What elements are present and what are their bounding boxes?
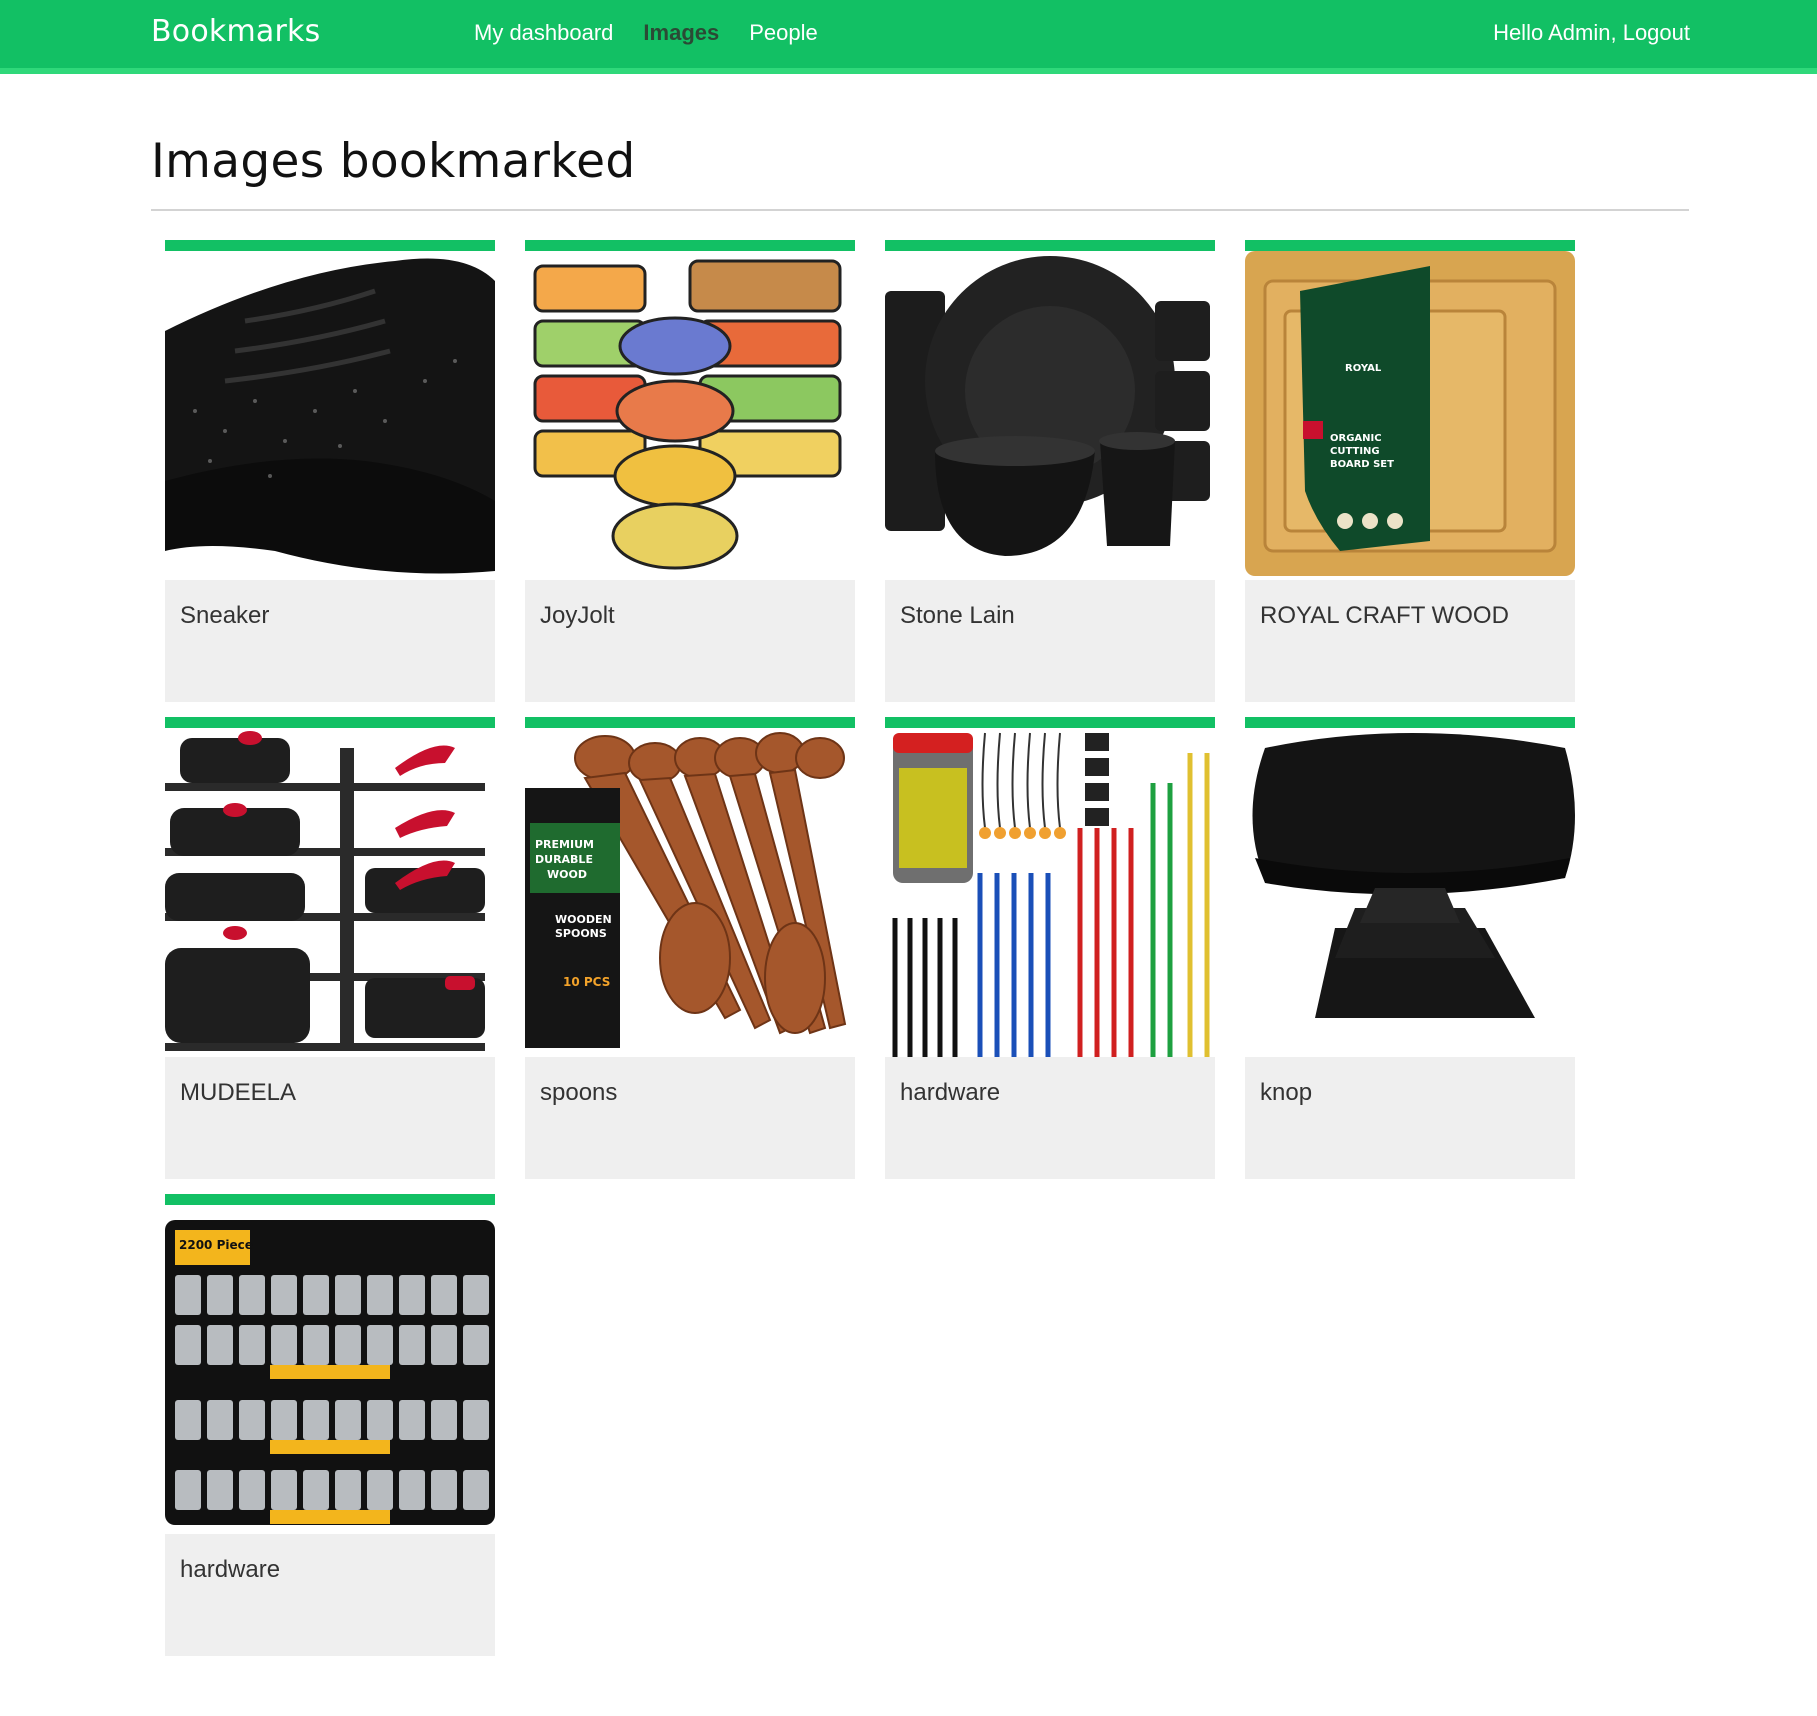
svg-text:SPOONS: SPOONS	[555, 927, 607, 940]
image-card[interactable]: JoyJolt	[525, 240, 855, 702]
pan-rack-thumbnail[interactable]	[165, 728, 495, 1057]
svg-text:WOODEN: WOODEN	[555, 913, 612, 926]
cutting-boards-thumbnail[interactable]: ROYAL ORGANIC CUTTING BOARD SET	[1245, 251, 1575, 580]
image-card[interactable]: hardware	[885, 717, 1215, 1179]
sneaker-thumbnail[interactable]	[165, 251, 495, 580]
logo[interactable]: Bookmarks	[151, 14, 320, 49]
card-info: spoons	[525, 1057, 855, 1179]
card-info: Sneaker	[165, 580, 495, 702]
svg-text:DURABLE: DURABLE	[535, 853, 593, 866]
svg-text:CUTTING: CUTTING	[1330, 446, 1380, 457]
card-info: knop	[1245, 1057, 1575, 1179]
svg-text:ORGANIC: ORGANIC	[1330, 433, 1382, 444]
title-divider	[151, 209, 1689, 211]
image-title[interactable]: MUDEELA	[180, 1079, 296, 1106]
wooden-spoons-thumbnail[interactable]: PREMIUM DURABLE WOOD WOODEN SPOONS 10 PC…	[525, 728, 855, 1057]
food-containers-thumbnail[interactable]	[525, 251, 855, 580]
image-card[interactable]: knop	[1245, 717, 1575, 1179]
card-info: hardware	[885, 1057, 1215, 1179]
page-title: Images bookmarked	[151, 134, 636, 189]
svg-text:PREMIUM: PREMIUM	[535, 838, 594, 851]
card-accent-bar	[1245, 717, 1575, 728]
image-list: Sneaker JoyJolt Stone Lain ROYAL ORGANIC…	[165, 240, 1575, 1656]
card-accent-bar	[165, 1194, 495, 1205]
card-accent-bar	[525, 240, 855, 251]
card-accent-bar	[165, 717, 495, 728]
image-title[interactable]: JoyJolt	[540, 602, 615, 629]
menu-item-people[interactable]: People	[749, 20, 818, 46]
card-info: Stone Lain	[885, 580, 1215, 702]
card-info: MUDEELA	[165, 1057, 495, 1179]
image-title[interactable]: knop	[1260, 1079, 1312, 1106]
menu-item-dashboard[interactable]: My dashboard	[474, 20, 613, 46]
svg-text:WOOD: WOOD	[547, 868, 587, 881]
svg-text:10 PCS: 10 PCS	[563, 975, 610, 989]
bolt-assortment-thumbnail[interactable]: 2200 Piece	[165, 1205, 495, 1534]
image-card[interactable]: 2200 Piece hardware	[165, 1194, 495, 1656]
card-info: JoyJolt	[525, 580, 855, 702]
image-title[interactable]: ROYAL CRAFT WOOD	[1260, 602, 1509, 629]
image-card[interactable]: PREMIUM DURABLE WOOD WOODEN SPOONS 10 PC…	[525, 717, 855, 1179]
image-title[interactable]: spoons	[540, 1079, 617, 1106]
bungee-cords-thumbnail[interactable]	[885, 728, 1215, 1057]
image-card[interactable]: MUDEELA	[165, 717, 495, 1179]
card-accent-bar	[1245, 240, 1575, 251]
image-title[interactable]: hardware	[900, 1079, 1000, 1106]
image-title[interactable]: hardware	[180, 1556, 280, 1583]
card-info: ROYAL CRAFT WOOD	[1245, 580, 1575, 702]
menu-item-images[interactable]: Images	[643, 20, 719, 46]
greeting-text: Hello Admin,	[1493, 20, 1617, 45]
dinnerware-thumbnail[interactable]	[885, 251, 1215, 580]
cabinet-knob-thumbnail[interactable]	[1245, 728, 1575, 1057]
card-accent-bar	[885, 240, 1215, 251]
svg-text:2200 Piece: 2200 Piece	[179, 1238, 253, 1252]
svg-text:ROYAL: ROYAL	[1345, 363, 1382, 374]
top-header: Bookmarks My dashboard Images People Hel…	[0, 0, 1817, 74]
image-card[interactable]: Stone Lain	[885, 240, 1215, 702]
card-accent-bar	[165, 240, 495, 251]
image-card[interactable]: ROYAL ORGANIC CUTTING BOARD SET ROYAL CR…	[1245, 240, 1575, 702]
logout-link[interactable]: Logout	[1623, 20, 1690, 46]
image-card[interactable]: Sneaker	[165, 240, 495, 702]
user-area: Hello Admin, Logout	[1493, 20, 1690, 46]
card-accent-bar	[525, 717, 855, 728]
main-menu: My dashboard Images People	[474, 20, 818, 46]
image-title[interactable]: Sneaker	[180, 602, 269, 629]
image-title[interactable]: Stone Lain	[900, 602, 1015, 629]
card-accent-bar	[885, 717, 1215, 728]
card-info: hardware	[165, 1534, 495, 1656]
svg-text:BOARD SET: BOARD SET	[1330, 459, 1394, 470]
